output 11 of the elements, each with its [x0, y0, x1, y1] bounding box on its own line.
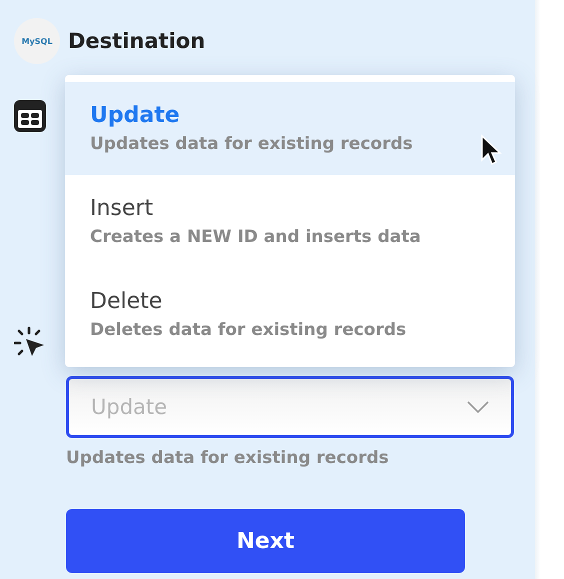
menu-option[interactable]: Delete Deletes data for existing records [65, 268, 515, 361]
table-icon [14, 100, 46, 132]
click-icon [14, 326, 46, 358]
section-title: Destination [68, 29, 206, 53]
menu-option[interactable]: Update Updates data for existing records [65, 82, 515, 175]
help-text: Updates data for existing records [66, 448, 390, 468]
next-button[interactable]: Next [66, 509, 465, 573]
mouse-pointer-icon [480, 134, 502, 166]
chevron-down-icon [467, 401, 489, 413]
menu-option[interactable]: Insert Creates a NEW ID and inserts data [65, 175, 515, 268]
logo-text: MySQL [22, 36, 52, 46]
